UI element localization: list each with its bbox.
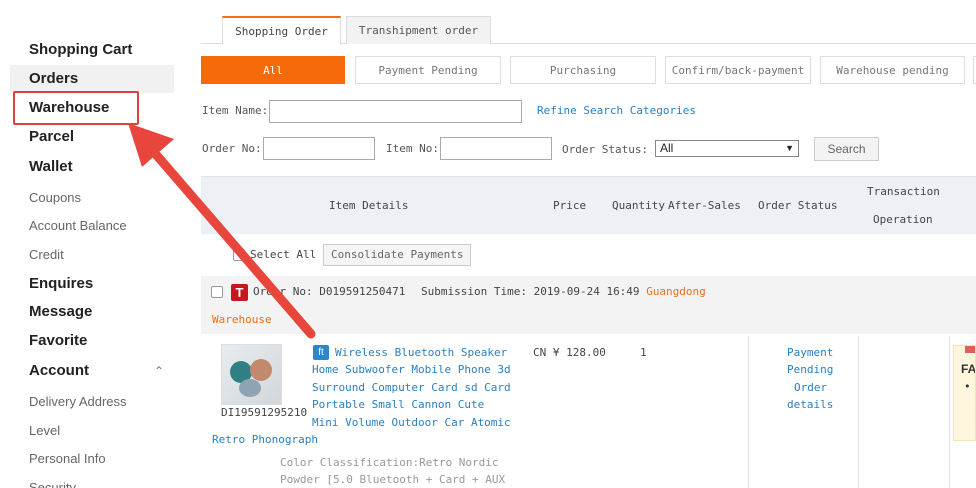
- side-note-bullet: •: [964, 380, 971, 393]
- column-after-sales: After-Sales: [668, 199, 741, 212]
- column-divider: [858, 336, 859, 488]
- color-classification-line: Powder [5.0 Bluetooth + Card + AUX: [280, 473, 506, 486]
- sidebar-item-account-balance[interactable]: Account Balance: [10, 212, 174, 240]
- sidebar-item-account[interactable]: Account ⌃: [10, 357, 174, 385]
- warehouse-region: Guangdong: [646, 285, 706, 298]
- order-no-label: Order No:: [202, 142, 262, 155]
- main-content: Shopping Order Transhipment order All Pa…: [201, 0, 976, 488]
- status-filter-warehouse-pending[interactable]: Warehouse pending: [820, 56, 965, 84]
- order-status-value: All: [660, 141, 674, 155]
- order-checkbox[interactable]: [211, 286, 223, 298]
- column-divider: [949, 336, 950, 488]
- sidebar-item-coupons[interactable]: Coupons: [10, 184, 174, 212]
- warehouse-word: Warehouse: [212, 313, 272, 326]
- product-thumbnail[interactable]: [221, 344, 282, 405]
- status-filter-payment-pending[interactable]: Payment Pending: [355, 56, 501, 84]
- status-filter-row: All Payment Pending Purchasing Confirm/b…: [201, 56, 976, 84]
- item-id: DI19591295210: [221, 406, 308, 419]
- item-no-input[interactable]: [440, 137, 552, 160]
- sidebar-item-shopping-cart[interactable]: Shopping Cart: [10, 36, 174, 64]
- product-title-line[interactable]: Home Subwoofer Mobile Phone 3d: [312, 363, 511, 376]
- dropdown-arrow-icon: ▼: [785, 143, 794, 153]
- column-transaction: Transaction: [867, 185, 940, 198]
- column-price: Price: [553, 199, 587, 212]
- order-status-line: Pending: [787, 363, 834, 376]
- warehouse-highlight-box: [13, 91, 139, 125]
- select-all-label: Select All: [250, 248, 317, 261]
- order-no-input[interactable]: [263, 137, 375, 160]
- table-header: Item Details Price Quantity After-Sales …: [201, 176, 976, 234]
- store-badge-icon: T: [231, 284, 248, 301]
- product-title-line[interactable]: Retro Phonograph: [212, 433, 318, 446]
- product-title-line[interactable]: Mini Volume Outdoor Car Atomic: [312, 416, 511, 429]
- submission-time-label: Submission Time:: [421, 285, 527, 298]
- order-tabs: Shopping Order Transhipment order: [201, 16, 976, 45]
- sidebar-item-security[interactable]: Security: [10, 474, 174, 488]
- order-no-text: Order No: D019591250471: [253, 285, 405, 298]
- column-order-status: Order Status: [758, 199, 838, 212]
- source-badge-icon: ft: [313, 345, 329, 360]
- select-all-checkbox[interactable]: [233, 249, 245, 261]
- status-filter-confirm-back-payment[interactable]: Confirm/back-payment: [665, 56, 811, 84]
- sidebar-item-level[interactable]: Level: [10, 417, 174, 445]
- side-note-panel: FA •: [953, 345, 976, 441]
- sidebar-item-personal-info[interactable]: Personal Info: [10, 445, 174, 473]
- search-button[interactable]: Search: [814, 137, 879, 161]
- side-note-text: FA: [961, 362, 976, 376]
- speaker-image-part: [239, 379, 261, 397]
- item-no-label: Item No:: [386, 142, 439, 155]
- refine-search-link[interactable]: Refine Search Categories: [537, 104, 696, 117]
- item-name-label: Item Name:: [202, 104, 269, 117]
- order-status-select[interactable]: All ▼: [655, 140, 799, 157]
- submission-time-text: Submission Time: 2019-09-24 16:49 Guangd…: [421, 285, 706, 298]
- status-filter-all[interactable]: All: [201, 56, 345, 84]
- sidebar-item-message[interactable]: Message: [10, 298, 174, 326]
- chevron-up-icon[interactable]: ⌃: [154, 357, 164, 385]
- sidebar-item-delivery-address[interactable]: Delivery Address: [10, 388, 174, 416]
- order-no-value: D019591250471: [319, 285, 406, 298]
- order-header: T Order No: D019591250471 Submission Tim…: [201, 276, 976, 334]
- product-title-line[interactable]: Surround Computer Card sd Card: [312, 381, 511, 394]
- sidebar-item-wallet[interactable]: Wallet: [10, 153, 174, 181]
- tab-shopping-order[interactable]: Shopping Order: [222, 16, 341, 45]
- sidebar-item-orders[interactable]: Orders: [10, 65, 174, 93]
- product-title-line[interactable]: Portable Small Cannon Cute: [312, 398, 484, 411]
- order-no-label-text: Order No:: [253, 285, 313, 298]
- order-status-label: Order Status:: [562, 143, 649, 156]
- column-item-details: Item Details: [329, 199, 409, 212]
- item-price: CN ¥ 128.00: [533, 346, 606, 359]
- column-quantity: Quantity: [612, 199, 665, 212]
- speaker-image-part: [250, 359, 272, 381]
- item-name-input[interactable]: [269, 100, 522, 123]
- note-flag-icon: [965, 346, 975, 353]
- color-classification-line: Color Classification:Retro Nordic: [280, 456, 499, 469]
- sidebar-item-parcel[interactable]: Parcel: [10, 123, 174, 151]
- sidebar-item-enquires[interactable]: Enquires: [10, 270, 174, 298]
- order-details-link[interactable]: details: [787, 398, 833, 411]
- order-status-line: Payment: [787, 346, 834, 359]
- sidebar-item-favorite[interactable]: Favorite: [10, 327, 174, 355]
- sidebar-item-account-label: Account: [29, 362, 89, 379]
- order-details-link[interactable]: Order: [794, 381, 827, 394]
- status-filter-purchasing[interactable]: Purchasing: [510, 56, 656, 84]
- sidebar-item-credit[interactable]: Credit: [10, 241, 174, 269]
- tab-transhipment-order[interactable]: Transhipment order: [346, 16, 491, 44]
- sidebar: Shopping Cart Orders Warehouse Parcel Wa…: [10, 0, 174, 488]
- column-divider: [748, 336, 749, 488]
- submission-time-value: 2019-09-24 16:49: [533, 285, 640, 298]
- item-quantity: 1: [640, 346, 647, 359]
- consolidate-payments-button[interactable]: Consolidate Payments: [323, 244, 472, 266]
- product-title-line[interactable]: Wireless Bluetooth Speaker: [335, 346, 507, 359]
- column-operation: Operation: [873, 213, 933, 226]
